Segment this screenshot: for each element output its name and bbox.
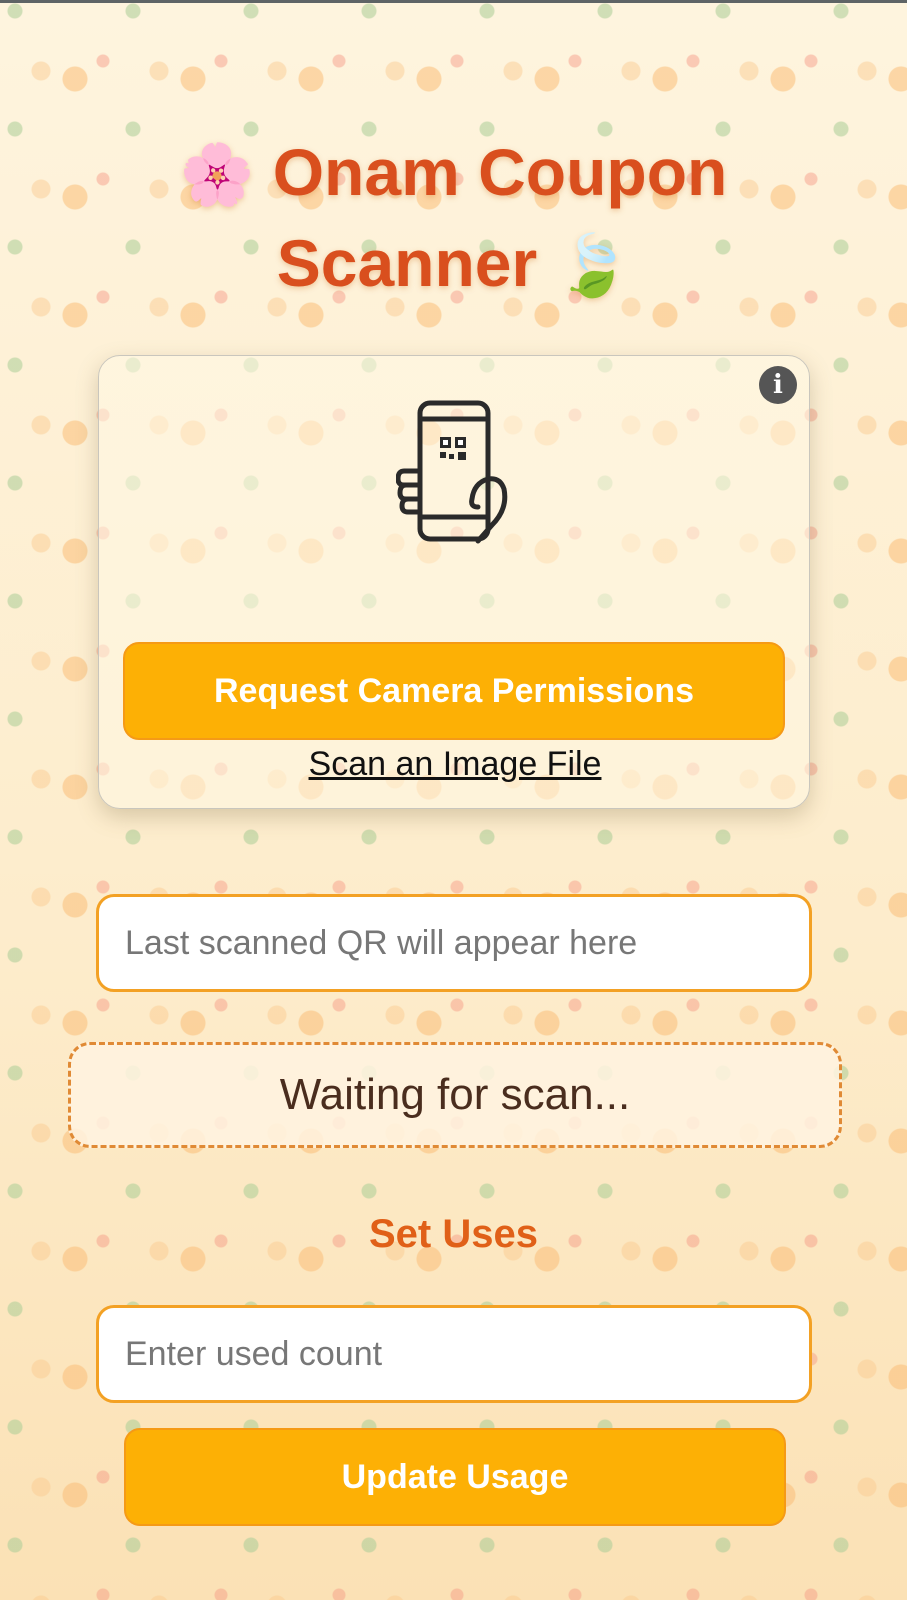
update-usage-button[interactable]: Update Usage bbox=[124, 1428, 786, 1526]
page-title: 🌸 Onam Coupon Scanner 🍃 bbox=[0, 128, 907, 310]
title-line-1: Onam Coupon bbox=[272, 135, 728, 209]
scanner-card: i Request Camera Permissions Scan an Ima… bbox=[98, 355, 810, 809]
top-divider bbox=[0, 0, 907, 3]
set-uses-heading: Set Uses bbox=[369, 1212, 538, 1256]
last-scanned-field[interactable]: Last scanned QR will appear here bbox=[96, 894, 812, 992]
used-count-input[interactable]: Enter used count bbox=[96, 1305, 812, 1403]
phone-scan-qr-icon bbox=[396, 400, 508, 544]
scan-image-file-link[interactable]: Scan an Image File bbox=[99, 742, 811, 786]
request-camera-button[interactable]: Request Camera Permissions bbox=[123, 642, 785, 740]
scan-status: Waiting for scan... bbox=[68, 1042, 842, 1148]
title-line-2: Scanner bbox=[276, 226, 538, 300]
leaf-icon: 🍃 bbox=[555, 232, 631, 299]
info-icon[interactable]: i bbox=[759, 366, 797, 404]
flower-icon: 🌸 bbox=[179, 141, 255, 208]
